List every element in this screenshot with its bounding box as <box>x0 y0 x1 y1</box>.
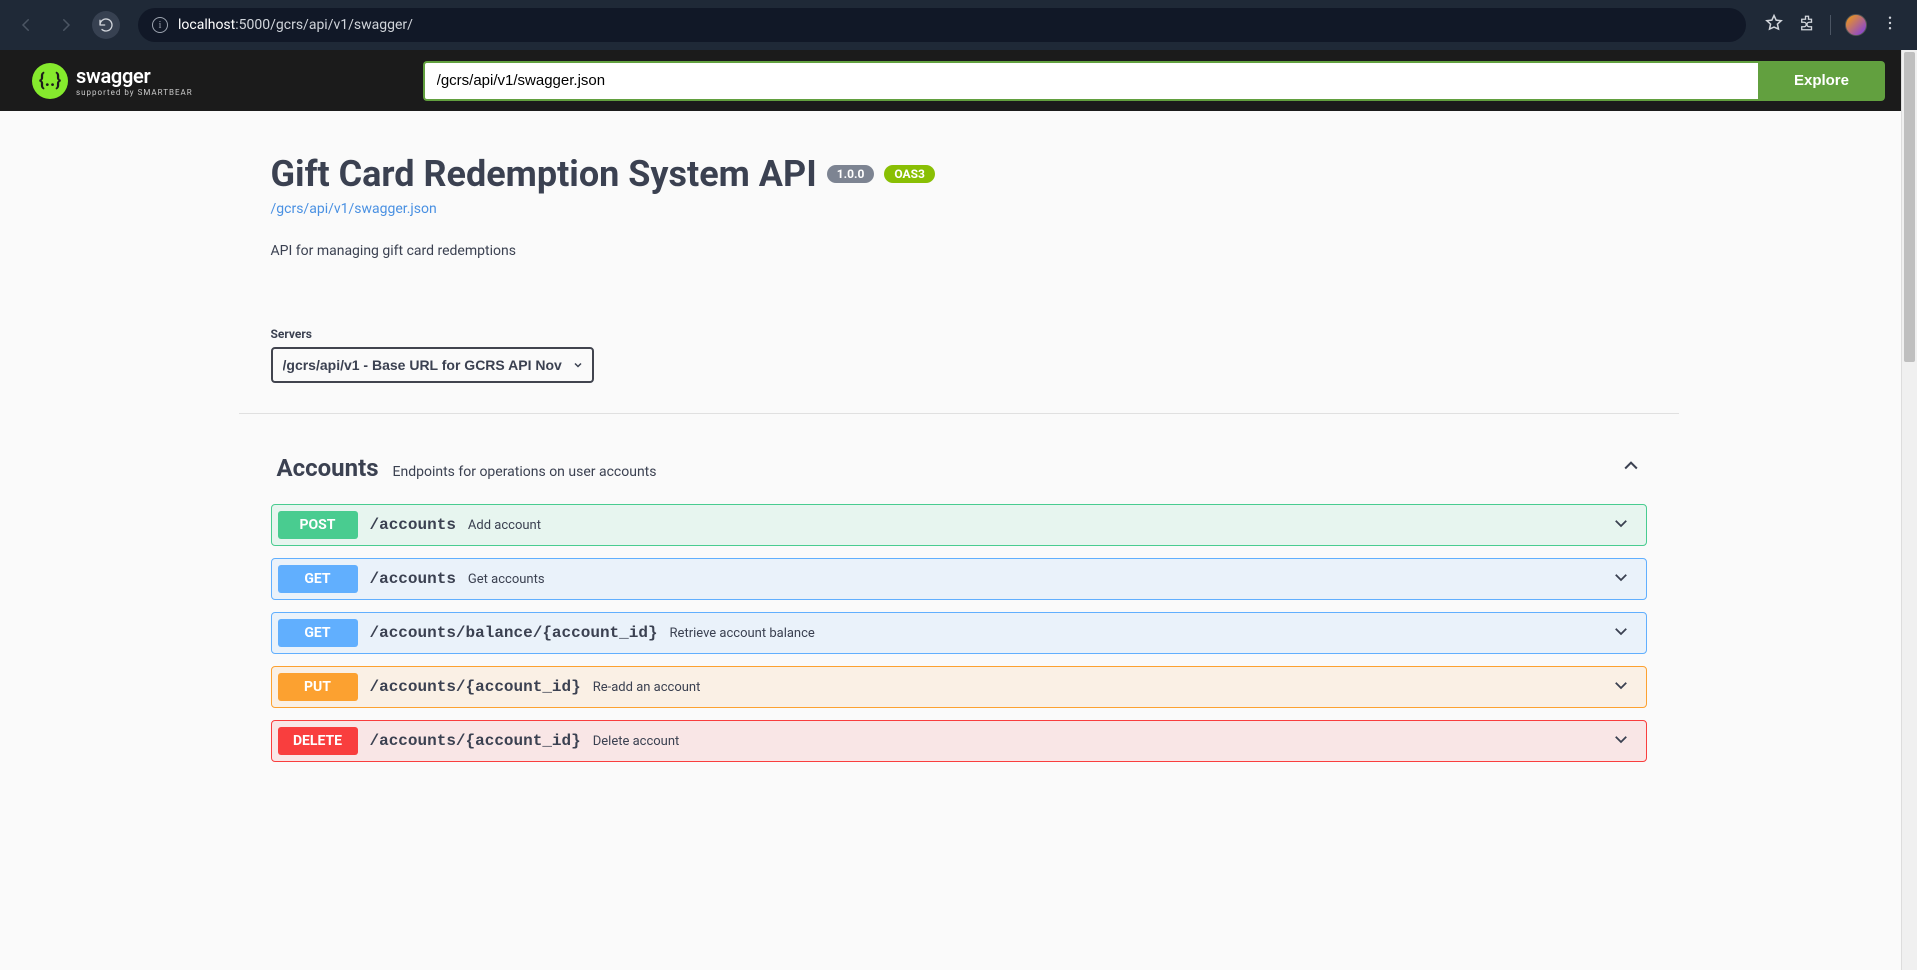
spec-url-input[interactable] <box>423 61 1758 101</box>
site-info-icon[interactable]: i <box>152 17 168 33</box>
chevron-up-icon <box>1621 456 1641 480</box>
operation-path: /accounts/balance/{account_id} <box>370 624 658 642</box>
http-method-badge: GET <box>278 619 358 647</box>
http-method-badge: DELETE <box>278 727 358 755</box>
extensions-icon[interactable] <box>1798 14 1816 36</box>
nav-forward-button[interactable] <box>52 11 80 39</box>
operation-summary: Delete account <box>593 734 680 749</box>
spec-link[interactable]: /gcrs/api/v1/swagger.json <box>271 201 437 217</box>
swagger-topbar: {..} swagger supported by SMARTBEAR Expl… <box>0 50 1917 111</box>
tag-name: Accounts <box>277 454 379 482</box>
chevron-down-icon <box>1612 676 1630 698</box>
operation-row[interactable]: GET/accounts/balance/{account_id} Retriev… <box>271 612 1647 654</box>
nav-back-button[interactable] <box>12 11 40 39</box>
page-scrollbar[interactable] <box>1901 50 1917 970</box>
scrollbar-thumb[interactable] <box>1904 52 1915 362</box>
operation-row[interactable]: DELETE/accounts/{account_id} Delete accou… <box>271 720 1647 762</box>
operation-summary: Add account <box>468 518 541 533</box>
tag-description: Endpoints for operations on user account… <box>393 464 657 480</box>
swagger-logo[interactable]: {..} swagger supported by SMARTBEAR <box>32 63 193 99</box>
profile-avatar[interactable] <box>1845 14 1867 36</box>
operation-row[interactable]: GET/accounts Get accounts <box>271 558 1647 600</box>
chevron-down-icon <box>1612 622 1630 644</box>
version-badge: 1.0.0 <box>827 165 875 183</box>
http-method-badge: POST <box>278 511 358 539</box>
chevron-down-icon <box>1612 730 1630 752</box>
operation-path: /accounts/{account_id} <box>370 732 581 750</box>
operation-path: /accounts/{account_id} <box>370 678 581 696</box>
tag-header-accounts[interactable]: Accounts Endpoints for operations on use… <box>271 444 1647 492</box>
explore-button[interactable]: Explore <box>1758 61 1885 101</box>
swagger-logo-icon: {..} <box>32 63 68 99</box>
operation-summary: Retrieve account balance <box>670 626 815 641</box>
operation-path: /accounts <box>370 570 456 588</box>
operation-summary: Re-add an account <box>593 680 701 695</box>
servers-label: Servers <box>271 327 1647 341</box>
chevron-down-icon <box>1612 514 1630 536</box>
kebab-menu-icon[interactable] <box>1881 14 1899 36</box>
operation-list: POST/accounts Add account GET/accounts Get … <box>271 504 1647 762</box>
bookmark-star-icon[interactable] <box>1764 13 1784 37</box>
api-title-text: Gift Card Redemption System API <box>271 153 817 195</box>
operation-summary: Get accounts <box>468 572 545 587</box>
url-text: localhost:5000/gcrs/api/v1/swagger/ <box>178 17 413 33</box>
logo-title: swagger <box>76 64 193 88</box>
operation-path: /accounts <box>370 516 456 534</box>
logo-subtitle: supported by SMARTBEAR <box>76 88 193 97</box>
operation-row[interactable]: PUT/accounts/{account_id} Re-add an accou… <box>271 666 1647 708</box>
browser-toolbar: i localhost:5000/gcrs/api/v1/swagger/ <box>0 0 1917 50</box>
chevron-down-icon <box>1612 568 1630 590</box>
url-bar[interactable]: i localhost:5000/gcrs/api/v1/swagger/ <box>138 8 1746 42</box>
api-description: API for managing gift card redemptions <box>271 243 1647 259</box>
api-info-section: Gift Card Redemption System API 1.0.0 OA… <box>239 111 1679 309</box>
http-method-badge: GET <box>278 565 358 593</box>
api-title: Gift Card Redemption System API 1.0.0 OA… <box>271 153 1647 195</box>
server-select[interactable]: /gcrs/api/v1 - Base URL for GCRS API Nov <box>271 347 594 383</box>
http-method-badge: PUT <box>278 673 358 701</box>
operation-row[interactable]: POST/accounts Add account <box>271 504 1647 546</box>
nav-reload-button[interactable] <box>92 11 120 39</box>
servers-section: Servers /gcrs/api/v1 - Base URL for GCRS… <box>239 309 1679 414</box>
oas-badge: OAS3 <box>884 165 935 183</box>
divider <box>1830 15 1831 35</box>
